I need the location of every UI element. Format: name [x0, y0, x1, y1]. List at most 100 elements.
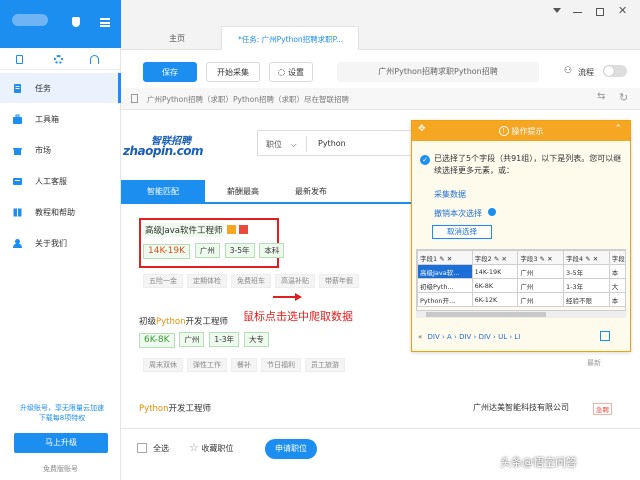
tab-task[interactable]: *任务: 广州Python招聘求职P...	[221, 26, 359, 50]
shield-icon[interactable]	[72, 17, 80, 27]
save-button[interactable]: 保存	[143, 62, 197, 82]
table-scrollbar[interactable]	[416, 311, 626, 318]
job-title[interactable]: 高级Java软件工程师	[143, 223, 225, 237]
flow-toggle[interactable]: ⚇ 流程	[564, 64, 634, 80]
job-title[interactable]: 初级Python开发工程师	[139, 315, 228, 327]
path-node[interactable]: A	[447, 333, 452, 341]
tab-smart-match[interactable]: 智能匹配	[121, 180, 205, 204]
table-cell: 6K-12K	[471, 292, 519, 307]
external-link-icon[interactable]	[600, 331, 610, 341]
benefit-tag: 五险一金	[143, 274, 183, 288]
sidebar-item-about[interactable]: 关于我们	[0, 228, 121, 258]
sidebar-item-market[interactable]: 市场	[0, 135, 121, 165]
headset-icon[interactable]	[90, 55, 99, 64]
collect-data-link[interactable]: 采集数据	[434, 189, 466, 200]
site-logo[interactable]: 智联招聘 zhaopin.com	[121, 132, 204, 158]
table-cell: 3-5年	[563, 264, 610, 279]
path-node[interactable]: DIV	[459, 333, 471, 341]
company-name[interactable]: 广州达美智能科技有限公司	[473, 402, 569, 413]
tab-latest[interactable]: 最新发布	[281, 180, 341, 204]
table-cell: Python开...	[417, 292, 473, 307]
sidebar-item-label: 任务	[35, 83, 51, 93]
table-row: 高级Java软... 14K-19K 广州 3-5年 本	[417, 264, 625, 279]
task-name-field[interactable]: 广州Python招聘求职Python招聘	[337, 62, 539, 82]
table-cell: 本	[608, 292, 625, 307]
benefit-tag: 高温补贴	[275, 274, 315, 288]
watermark: 头条@悟空问答	[500, 456, 577, 469]
job-card[interactable]: Python开发工程师 广州达美智能科技有限公司 急聘	[131, 398, 621, 428]
close-icon[interactable]: ✕	[618, 4, 627, 17]
account-avatar[interactable]	[12, 14, 48, 26]
market-icon	[13, 147, 22, 155]
favorite-button[interactable]: ☆ 收藏职位	[189, 441, 233, 454]
table-cell: 1-3年	[563, 278, 610, 293]
sidebar-item-customer-service[interactable]: 人工客服	[0, 166, 121, 196]
table-cell: 大	[608, 278, 625, 293]
dropdown-icon[interactable]	[553, 8, 561, 13]
settings-button[interactable]: 设置	[269, 62, 313, 82]
search-category-select[interactable]: 职位 ⌵	[266, 139, 297, 150]
job-title-suffix: 开发工程师	[168, 404, 211, 414]
gear-icon	[278, 68, 285, 76]
verified-badge-icon	[227, 225, 236, 234]
move-icon[interactable]: ✥	[418, 124, 426, 134]
column-header[interactable]: 字段2 ✎ ✕	[471, 250, 519, 265]
column-header[interactable]: 字段1 ✎ ✕	[417, 250, 473, 265]
job-meta: 14K-19K 广州 3-5年 本科	[143, 243, 286, 259]
refresh-icon[interactable]: ↻	[619, 91, 628, 104]
benefits: 五险一金 定期体检 免费班车 高温补贴 带薪年假	[143, 274, 363, 288]
select-all-checkbox[interactable]	[137, 443, 147, 453]
path-node[interactable]: DIV	[479, 333, 491, 341]
panel-title: 操作提示	[511, 126, 544, 136]
path-node[interactable]: LI	[514, 333, 520, 341]
scrollbar-thumb[interactable]	[426, 312, 546, 317]
city: 广州	[179, 332, 205, 347]
job-card[interactable]: 高级Java软件工程师 14K-19K 广州 3-5年 本科 五险一金 定期体检免…	[131, 218, 411, 290]
sidebar-item-tasks[interactable]: 任务	[0, 73, 121, 103]
cancel-selection-button[interactable]: 取消选择	[432, 225, 492, 239]
clipboard-icon[interactable]	[16, 55, 23, 64]
job-title[interactable]: Python开发工程师	[139, 402, 211, 414]
path-back-icon[interactable]: «	[418, 333, 422, 341]
job-title-highlight: Python	[156, 317, 186, 327]
search-divider	[306, 136, 307, 152]
path-node[interactable]: UL	[498, 333, 507, 341]
sidebar-item-label: 教程和帮助	[35, 207, 75, 217]
chevron-down-icon: ⌵	[290, 140, 297, 149]
collapse-icon[interactable]: ⌃	[614, 124, 622, 134]
page-url[interactable]: 广州Python招聘（求职）Python招聘（求职）尽在智联招聘	[147, 94, 349, 105]
urgent-badge-icon	[239, 225, 248, 234]
select-all-label: 全选	[153, 444, 169, 453]
column-header-label: 字段5	[611, 254, 625, 263]
customer-service-icon	[13, 177, 22, 185]
column-header-label: 字段2	[474, 254, 492, 263]
search-input[interactable]: Python	[318, 139, 346, 148]
switch-icon[interactable]: ⇆	[597, 91, 605, 102]
column-header[interactable]: 字段4 ✎ ✕	[563, 250, 610, 265]
book-icon	[13, 208, 22, 216]
minimize-icon[interactable]	[573, 12, 582, 13]
tab-home[interactable]: 主页	[169, 33, 185, 44]
help-icon	[487, 208, 496, 216]
column-header-label: 字段1	[420, 254, 438, 263]
toolbox-icon	[13, 114, 22, 124]
sidebar-item-toolbox[interactable]: 工具箱	[0, 104, 121, 134]
benefit-tag: 弹性工作	[187, 358, 227, 372]
upgrade-button[interactable]: 马上升级	[14, 433, 108, 453]
flow-icon: ⚇	[564, 66, 573, 76]
search-category-label: 职位	[266, 140, 282, 149]
column-header[interactable]: 字段5	[608, 250, 625, 265]
column-header[interactable]: 字段3 ✎ ✕	[517, 250, 565, 265]
menu-icon[interactable]	[100, 18, 110, 27]
maximize-icon[interactable]	[596, 8, 604, 16]
job-title-prefix: 初级	[139, 317, 157, 327]
tab-highest-salary[interactable]: 薪酬最高	[213, 180, 273, 204]
table-cell: 高级Java软...	[417, 264, 473, 279]
sidebar-item-tutorials[interactable]: 教程和帮助	[0, 197, 121, 227]
table-cell: 本	[608, 264, 625, 279]
start-collect-button[interactable]: 开始采集	[206, 62, 260, 82]
undo-selection-link[interactable]: 撤销本次选择	[434, 208, 496, 219]
gear-icon[interactable]	[54, 55, 63, 64]
path-node[interactable]: DIV	[428, 333, 440, 341]
apply-button[interactable]: 申请职位	[265, 439, 317, 459]
